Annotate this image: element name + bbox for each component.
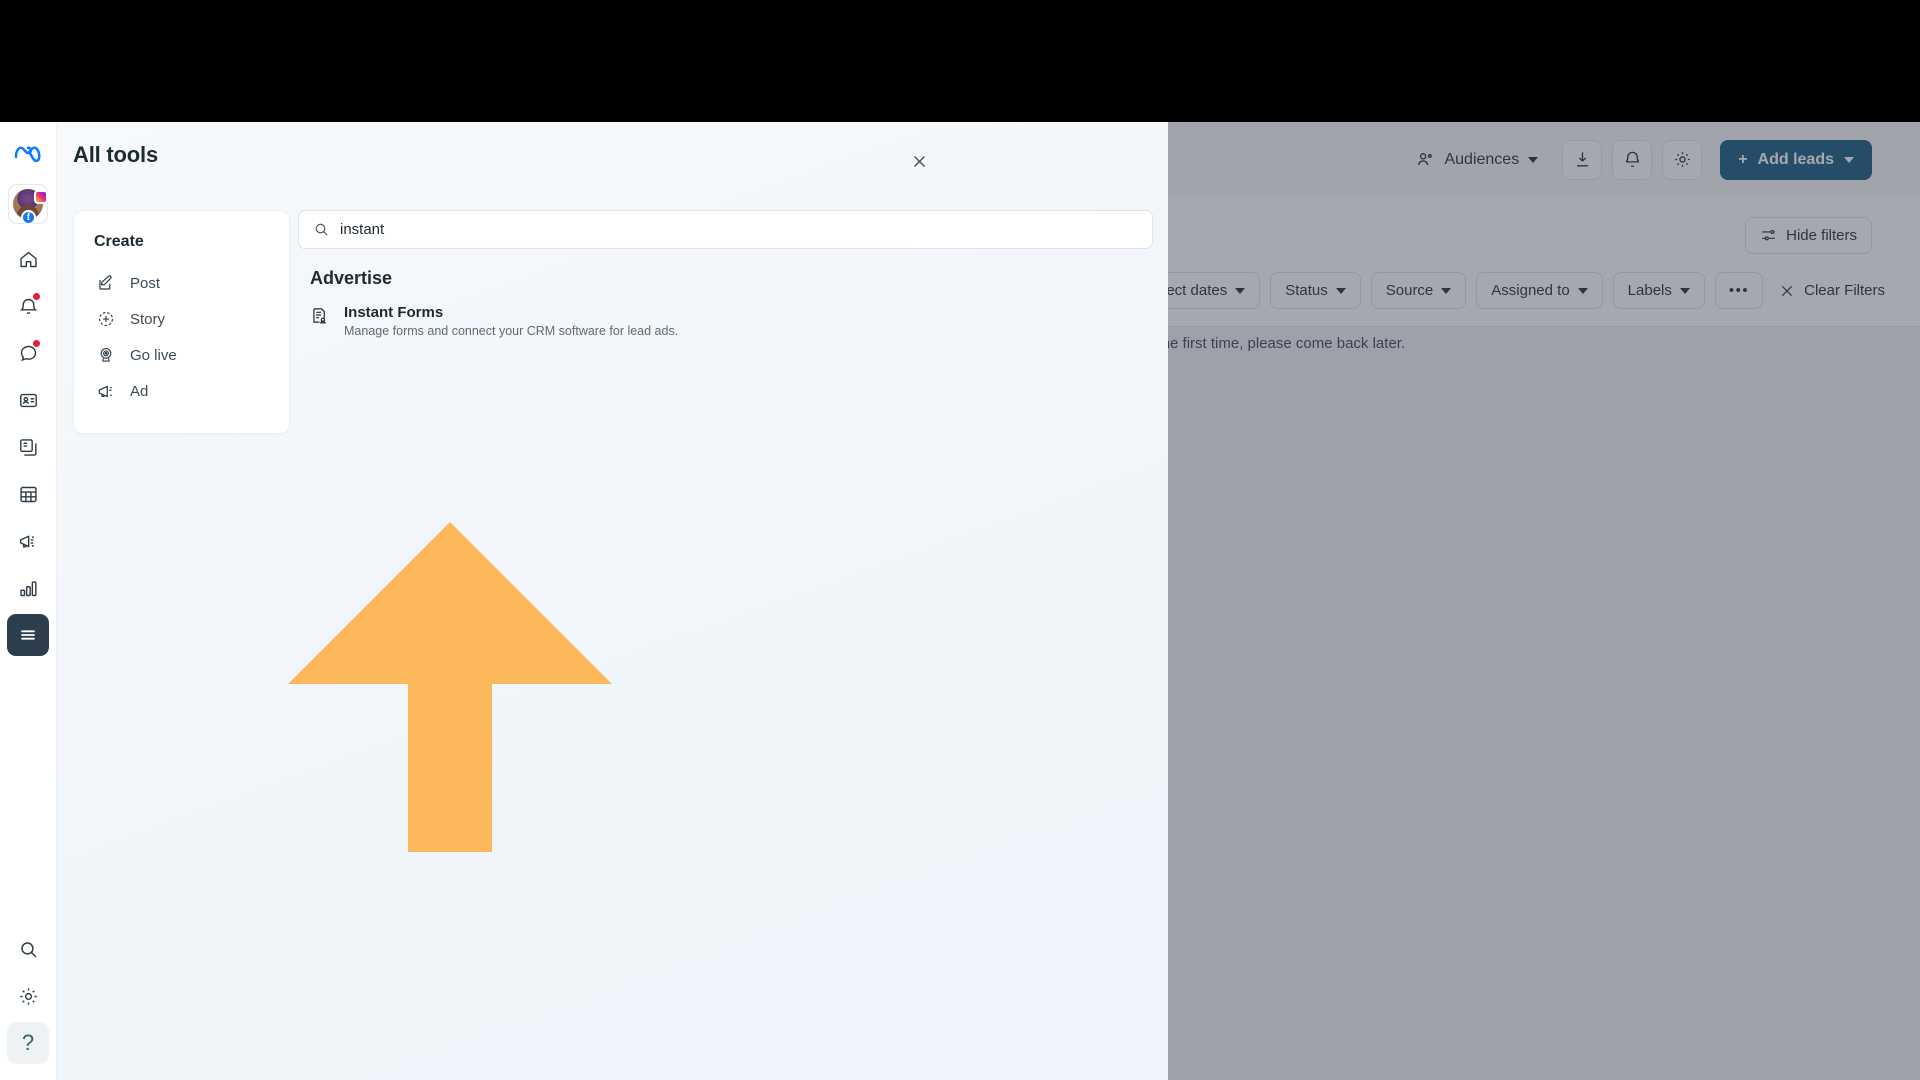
create-item-ad[interactable]: Ad — [94, 373, 269, 409]
close-button[interactable] — [902, 144, 936, 178]
result-text-block: Instant Forms Manage forms and connect y… — [344, 304, 678, 338]
sidebar-item-help[interactable]: ? — [7, 1022, 49, 1064]
create-item-story[interactable]: Story — [94, 301, 269, 337]
message-badge — [33, 340, 40, 347]
grid-calendar-icon — [19, 486, 37, 502]
facebook-badge-icon: f — [21, 210, 36, 225]
sidebar-item-home[interactable] — [7, 238, 49, 280]
meta-infinity-icon — [14, 146, 41, 163]
tools-search-box[interactable] — [298, 210, 1153, 249]
result-description: Manage forms and connect your CRM softwa… — [344, 324, 679, 338]
compose-icon — [96, 273, 116, 293]
instagram-badge-icon — [34, 190, 48, 204]
create-item-label: Go live — [130, 346, 177, 364]
search-input[interactable] — [340, 221, 1138, 238]
create-item-label: Post — [130, 274, 161, 292]
search-icon — [20, 941, 36, 957]
sidebar-item-search[interactable] — [7, 928, 49, 970]
megaphone-icon — [96, 381, 116, 401]
sidebar-item-ads[interactable] — [7, 520, 49, 562]
sidebar-item-messages[interactable] — [7, 332, 49, 374]
pages-stack-icon — [19, 438, 37, 456]
sidebar-item-planner[interactable] — [7, 473, 49, 515]
top-black-bar — [0, 0, 1920, 122]
megaphone-icon — [19, 535, 34, 547]
create-item-go-live[interactable]: Go live — [94, 337, 269, 373]
sidebar-item-insights[interactable] — [7, 567, 49, 609]
create-panel-heading: Create — [94, 233, 144, 250]
notification-badge — [33, 293, 40, 300]
live-camera-icon — [96, 345, 116, 365]
create-item-label: Story — [130, 310, 166, 328]
sidebar-item-notifications[interactable] — [7, 285, 49, 327]
annotation-arrow-up — [288, 522, 612, 852]
search-icon — [315, 223, 328, 236]
result-item-instant-forms[interactable]: Instant Forms Manage forms and connect y… — [310, 300, 910, 342]
plus-circle-icon — [96, 309, 116, 329]
sidebar-item-contacts[interactable] — [7, 379, 49, 421]
profile-avatar-button[interactable]: f — [8, 184, 48, 225]
create-item-label: Ad — [130, 382, 149, 400]
result-title: Instant Forms — [344, 304, 444, 321]
page-title: All tools — [73, 142, 158, 167]
hamburger-menu-icon — [21, 630, 35, 640]
sidebar-item-pages[interactable] — [7, 426, 49, 468]
create-item-post[interactable]: Post — [94, 265, 269, 301]
bar-chart-icon — [19, 580, 37, 596]
close-icon — [913, 155, 925, 167]
instant-form-icon — [310, 306, 330, 326]
screen: Audiences + Add leads Hide filters lect … — [0, 0, 1920, 1080]
results-section-title: Advertise — [310, 268, 393, 288]
left-nav-rail: f ? — [0, 122, 57, 1080]
contact-card-icon — [19, 393, 37, 407]
home-icon — [19, 251, 37, 267]
all-tools-modal: f ? All tools Create Post Story Go live … — [0, 122, 1168, 1080]
question-mark-icon: ? — [21, 1030, 35, 1055]
create-panel: Create Post Story Go live Ad — [73, 210, 290, 434]
sidebar-item-settings[interactable] — [7, 975, 49, 1017]
meta-logo[interactable] — [7, 132, 49, 174]
gear-icon — [19, 987, 37, 1005]
modal-dim-overlay[interactable] — [1168, 122, 1920, 1080]
sidebar-item-all-tools[interactable] — [7, 614, 49, 656]
